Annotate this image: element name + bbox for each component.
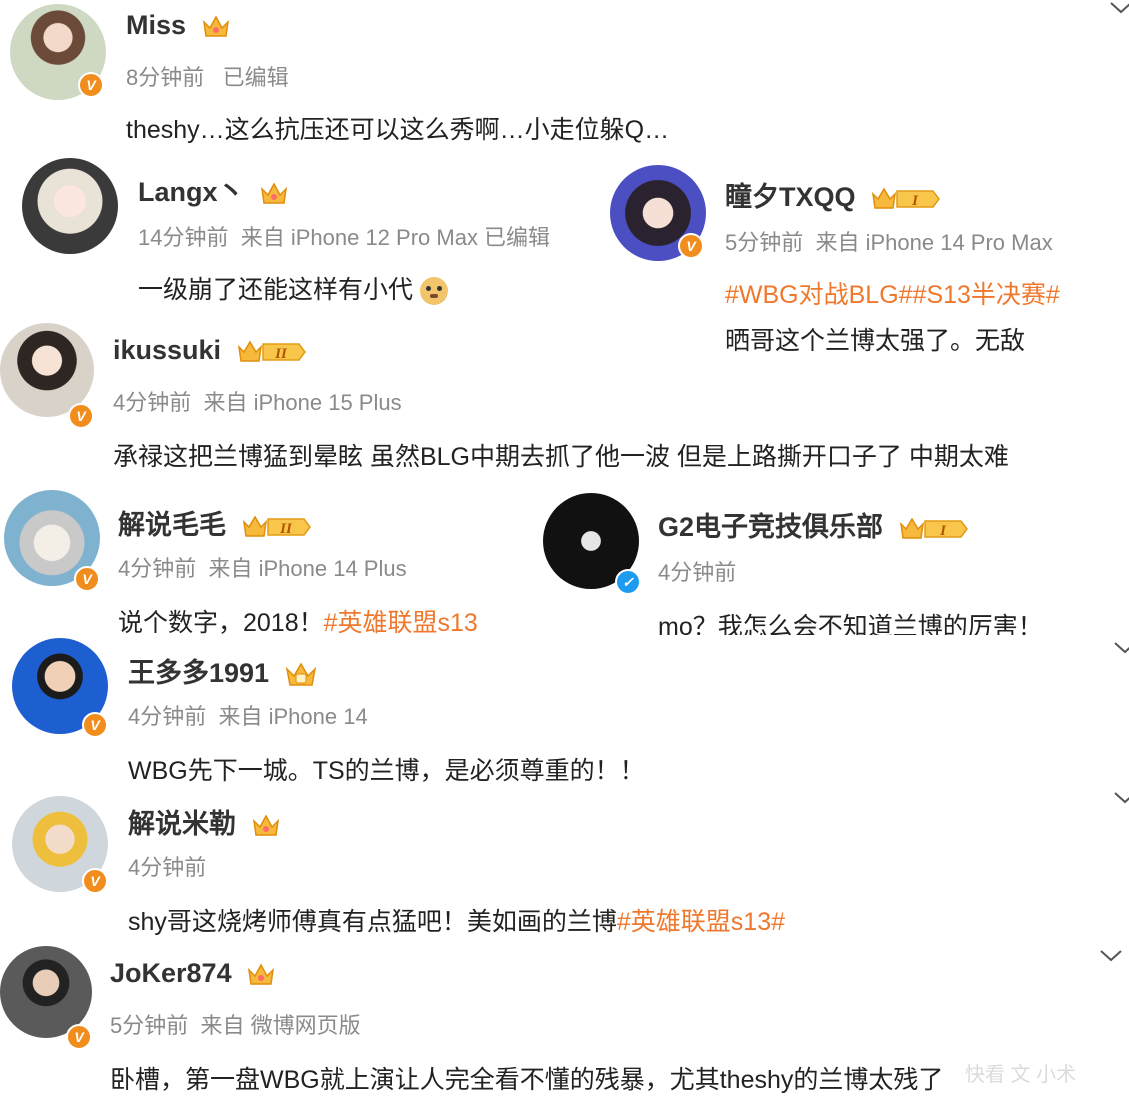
source-label: 来自 微博网页版: [200, 1013, 361, 1038]
timestamp: 4分钟前: [118, 556, 197, 581]
crown-icon: [202, 15, 229, 37]
crown-icon: [252, 814, 279, 836]
timestamp: 5分钟前: [110, 1013, 189, 1038]
chevron-down-icon[interactable]: [1108, 0, 1129, 16]
username[interactable]: JoKer874: [110, 958, 232, 988]
verified-v-icon: V: [68, 403, 94, 429]
comment-card: V 解说米勒 4分钟前 shy哥这烧烤师傅真有点猛吧！美如画的兰博#英雄联盟s1…: [0, 790, 1129, 940]
doge-emoji-icon: [419, 277, 448, 306]
timestamp: 4分钟前: [128, 704, 207, 729]
comment-card: V 解说毛毛 II 4分钟前 来自 iPhone 14 Plus 说个数字，20…: [0, 485, 525, 635]
source-label: 已编辑: [222, 65, 289, 90]
comment-text: WBG先下一城。TS的兰博，是必须尊重的！！: [128, 757, 645, 785]
source-label: 来自 iPhone 14 Pro Max: [815, 230, 1053, 255]
comment-text: 卧槽，第一盘WBG就上演让人完全看不懂的残暴，尤其theshy的兰博太残了: [110, 1066, 944, 1094]
username[interactable]: 解说米勒: [128, 809, 236, 839]
timestamp: 4分钟前: [113, 390, 192, 415]
avatar[interactable]: V: [10, 4, 106, 100]
timestamp: 5分钟前: [725, 230, 804, 255]
level-badge: II: [237, 339, 307, 365]
hashtag-link[interactable]: #英雄联盟s13: [324, 609, 478, 635]
comment-card: ✓ G2电子竞技俱乐部 I 4分钟前 mo？我怎么会不知道兰博的厉害！: [535, 485, 1129, 635]
crown-icon: [285, 662, 316, 686]
username[interactable]: Langx丶: [138, 177, 245, 207]
avatar[interactable]: V: [4, 490, 100, 592]
comment-text: 说个数字，2018！: [118, 609, 324, 635]
avatar[interactable]: V: [610, 165, 706, 261]
timestamp: 8分钟前: [126, 65, 205, 90]
verified-v-icon: V: [78, 72, 104, 98]
comment-text: 承禄这把兰博猛到晕眩 虽然BLG中期去抓了他一波 但是上路撕开口子了 中期太难: [113, 443, 1009, 471]
level-number: II: [274, 346, 288, 362]
level-number: I: [911, 193, 919, 209]
level-badge: I: [871, 186, 941, 212]
verified-v-icon: ✓: [615, 569, 641, 595]
comment-text: mo？我怎么会不知道兰博的厉害！: [658, 613, 1043, 635]
verified-v-icon: V: [82, 712, 108, 738]
level-badge: I: [899, 516, 969, 542]
timestamp: 14分钟前: [138, 225, 229, 250]
timestamp: 4分钟前: [128, 855, 207, 880]
verified-v-icon: V: [66, 1024, 92, 1050]
comment-card: V ikussuki II 4分钟前 来自 iPhone 15 Plus 承禄这…: [0, 315, 1129, 485]
comment-card: V 王多多1991 4分钟前 来自 iPhone 14 WBG先下一城。TS的兰…: [0, 635, 1129, 790]
verified-v-icon: V: [82, 868, 108, 894]
timestamp: 4分钟前: [658, 560, 737, 585]
chevron-down-icon[interactable]: [1112, 640, 1129, 656]
username[interactable]: 瞳夕TXQQ: [725, 182, 856, 212]
username[interactable]: 王多多1991: [128, 658, 269, 688]
crown-icon: [248, 963, 275, 985]
avatar[interactable]: V: [12, 796, 108, 894]
comment-card: V JoKer874 5分钟前 来自 微博网页版 卧槽，第一盘WBG就上演让人完…: [0, 940, 1129, 1106]
username[interactable]: G2电子竞技俱乐部: [658, 512, 883, 542]
username[interactable]: 解说毛毛: [118, 510, 226, 540]
hashtag-link[interactable]: #WBG对战BLG##S13半决赛#: [725, 275, 1060, 311]
comment-card: V Miss 8分钟前 已编辑 theshy…这么抗压还可以这么秀啊…小走位躲Q…: [0, 0, 1129, 150]
avatar[interactable]: V: [0, 323, 94, 429]
comment-text: theshy…这么抗压还可以这么秀啊…小走位躲Q…: [126, 116, 670, 144]
avatar[interactable]: [22, 158, 118, 254]
hashtag-link[interactable]: #英雄联盟s13#: [617, 908, 785, 936]
level-number: I: [939, 523, 947, 539]
source-label: 来自 iPhone 15 Plus: [203, 390, 402, 415]
avatar[interactable]: ✓: [543, 493, 641, 595]
comment-text: 一级崩了还能这样有小代: [138, 276, 414, 304]
level-number: II: [279, 521, 293, 537]
source-label: 来自 iPhone 14 Plus: [208, 556, 407, 581]
comment-text: shy哥这烧烤师傅真有点猛吧！美如画的兰博: [128, 908, 617, 936]
verified-v-icon: V: [678, 233, 704, 259]
chevron-down-icon[interactable]: [1098, 948, 1124, 964]
comment-card: Langx丶 14分钟前 来自 iPhone 12 Pro Max 已编辑 一级…: [0, 150, 590, 315]
source-label: 来自 iPhone 14: [218, 704, 368, 729]
username[interactable]: Miss: [126, 10, 186, 40]
crown-icon: [260, 182, 288, 204]
username[interactable]: ikussuki: [113, 335, 221, 365]
avatar[interactable]: V: [0, 946, 92, 1050]
watermark: 快看 文 小术: [965, 1064, 1077, 1086]
chevron-down-icon[interactable]: [1112, 790, 1129, 806]
avatar[interactable]: V: [12, 638, 108, 738]
level-badge: II: [242, 514, 312, 540]
verified-v-icon: V: [74, 566, 100, 592]
source-label: 来自 iPhone 12 Pro Max 已编辑: [240, 225, 551, 250]
